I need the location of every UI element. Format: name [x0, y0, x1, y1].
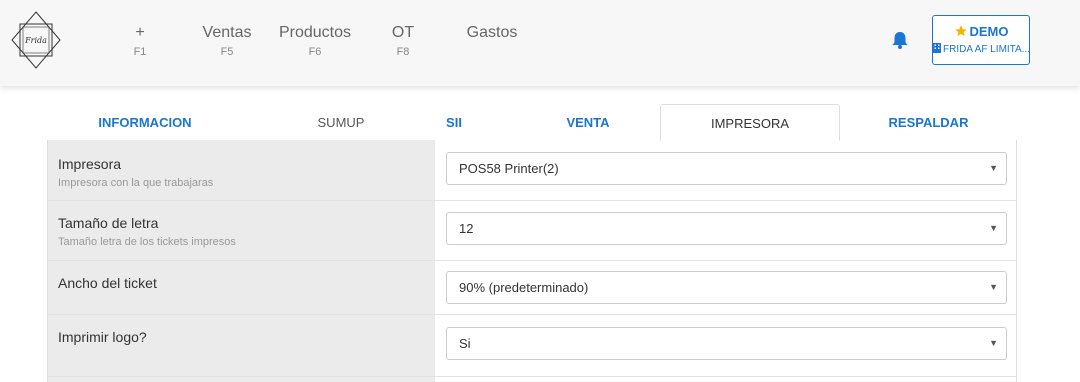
logo-text: Frida [24, 36, 47, 45]
account-title-text: DEMO [969, 24, 1009, 39]
nav-gastos[interactable]: Gastos [462, 24, 522, 46]
printer-settings-panel: Impresora Impresora con la que trabajara… [47, 140, 1017, 382]
setting-title: Imprimir logo? [58, 329, 147, 345]
tab-sii[interactable]: SII [439, 104, 469, 141]
nav-productos-key: F6 [308, 46, 322, 58]
ticket-width-select[interactable]: 90% (predeterminado) ▼ [446, 271, 1007, 304]
setting-title: Ancho del ticket [58, 275, 157, 291]
setting-row-print-logo: Imprimir logo? Si ▼ [48, 315, 1016, 377]
setting-row-impresora: Impresora Impresora con la que trabajara… [48, 140, 1016, 201]
chevron-down-icon: ▼ [989, 282, 998, 292]
nav-ot[interactable]: OT F8 [388, 24, 418, 58]
star-icon [954, 25, 967, 37]
bell-icon[interactable] [890, 30, 910, 50]
nav-ventas-label: Ventas [202, 24, 252, 41]
nav-productos-label: Productos [278, 24, 352, 41]
printer-select-value: POS58 Printer(2) [459, 161, 559, 176]
nav-ventas-key: F5 [220, 46, 234, 58]
nav-new-label: + [135, 24, 145, 41]
nav-ot-label: OT [391, 24, 415, 41]
setting-row-next [48, 377, 1016, 382]
setting-row-ticket-width: Ancho del ticket 90% (predeterminado) ▼ [48, 261, 1016, 315]
tab-respaldar[interactable]: RESPALDAR [840, 104, 1017, 141]
setting-title: Tamaño de letra [58, 215, 159, 231]
setting-row-font-size: Tamaño de letra Tamaño letra de los tick… [48, 201, 1016, 261]
top-navbar: Frida + F1 Ventas F5 Productos F6 OT F8 … [0, 0, 1080, 86]
font-size-select[interactable]: 12 ▼ [446, 212, 1007, 245]
chevron-down-icon: ▼ [989, 338, 998, 348]
account-company: FRIDA AF LIMITA... [933, 43, 1031, 55]
setting-title: Impresora [58, 156, 122, 172]
account-button[interactable]: DEMO FRIDA AF LIMITA... [932, 15, 1030, 65]
nav-productos[interactable]: Productos F6 [274, 24, 356, 58]
nav-new[interactable]: + F1 [128, 24, 152, 58]
nav-ot-key: F8 [396, 46, 410, 58]
setting-subtitle: Impresora con la que trabajaras [58, 177, 214, 189]
tab-impresora[interactable]: IMPRESORA [660, 104, 840, 141]
setting-subtitle: Tamaño letra de los tickets impresos [58, 236, 236, 248]
settings-tabs: INFORMACION SUMUP SII VENTA IMPRESORA RE… [47, 104, 1017, 141]
nav-ventas[interactable]: Ventas F5 [198, 24, 256, 58]
printer-select[interactable]: POS58 Printer(2) ▼ [446, 152, 1007, 185]
tab-sumup[interactable]: SUMUP [243, 104, 439, 141]
ticket-width-select-value: 90% (predeterminado) [459, 280, 589, 295]
tab-informacion[interactable]: INFORMACION [47, 104, 243, 141]
print-logo-select[interactable]: Si ▼ [446, 327, 1007, 360]
font-size-select-value: 12 [459, 221, 474, 236]
tab-venta[interactable]: VENTA [517, 104, 659, 141]
nav-gastos-label: Gastos [466, 24, 518, 41]
account-company-text: FRIDA AF LIMITA... [943, 44, 1031, 55]
chevron-down-icon: ▼ [989, 163, 998, 173]
chevron-down-icon: ▼ [989, 223, 998, 233]
frida-logo[interactable]: Frida [10, 10, 62, 70]
print-logo-select-value: Si [459, 336, 471, 351]
building-icon [933, 43, 941, 53]
account-title: DEMO [933, 24, 1029, 39]
nav-new-key: F1 [133, 46, 147, 58]
